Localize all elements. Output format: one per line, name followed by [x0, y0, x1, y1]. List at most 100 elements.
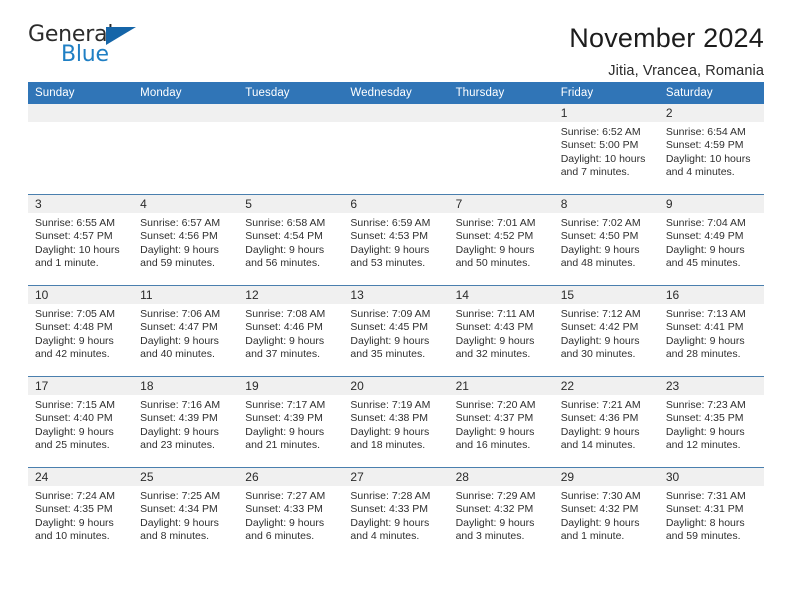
day-cell[interactable]: 23 Sunrise: 7:23 AM Sunset: 4:35 PM Dayligh… — [658, 376, 764, 468]
sunrise-text: Sunrise: 6:55 AM — [35, 217, 115, 229]
day-cell-empty — [28, 104, 134, 195]
daylight-text: Daylight: 9 hours and 50 minutes. — [455, 243, 535, 270]
day-sun-info: Sunrise: 7:13 AM Sunset: 4:41 PM Daylight:… — [659, 304, 764, 362]
weekday-header-saturday: Saturday — [658, 82, 764, 104]
day-number: 12 — [238, 286, 344, 304]
sunset-text: Sunset: 4:42 PM — [560, 321, 639, 334]
day-cell[interactable]: 9 Sunrise: 7:04 AM Sunset: 4:49 PM Daylight… — [658, 194, 764, 286]
day-cell-inner: 26 Sunrise: 7:27 AM Sunset: 4:33 PM Dayligh… — [238, 468, 344, 558]
day-cell-inner — [343, 104, 449, 194]
sunrise-text: Sunrise: 7:24 AM — [35, 490, 115, 502]
daylight-text: Daylight: 9 hours and 35 minutes. — [350, 334, 430, 361]
day-sun-info: Sunrise: 7:30 AM Sunset: 4:32 PM Daylight:… — [554, 486, 659, 544]
daylight-text: Daylight: 9 hours and 28 minutes. — [665, 334, 745, 361]
daylight-text: Daylight: 9 hours and 1 minute. — [560, 516, 640, 543]
day-number: 22 — [553, 377, 659, 395]
calendar-week-row: 10 Sunrise: 7:05 AM Sunset: 4:48 PM Dayligh… — [28, 285, 764, 377]
day-cell-inner: 6 Sunrise: 6:59 AM Sunset: 4:53 PM Daylight… — [343, 195, 449, 285]
sunset-text: Sunset: 4:37 PM — [455, 412, 534, 425]
day-sun-info: Sunrise: 7:25 AM Sunset: 4:34 PM Daylight:… — [133, 486, 238, 544]
day-sun-info: Sunrise: 7:15 AM Sunset: 4:40 PM Daylight:… — [28, 395, 133, 453]
sunset-text: Sunset: 4:45 PM — [350, 321, 429, 334]
day-number: 15 — [553, 286, 659, 304]
day-sun-info: Sunrise: 7:05 AM Sunset: 4:48 PM Daylight:… — [28, 304, 133, 362]
day-number: 13 — [343, 286, 449, 304]
day-cell[interactable]: 26 Sunrise: 7:27 AM Sunset: 4:33 PM Dayligh… — [238, 467, 344, 558]
day-cell-inner: 23 Sunrise: 7:23 AM Sunset: 4:35 PM Dayligh… — [658, 377, 764, 467]
day-sun-info: Sunrise: 7:21 AM Sunset: 4:36 PM Daylight:… — [554, 395, 659, 453]
day-cell[interactable]: 24 Sunrise: 7:24 AM Sunset: 4:35 PM Dayligh… — [28, 467, 134, 558]
sunset-text: Sunset: 4:32 PM — [560, 503, 639, 516]
sunset-text: Sunset: 4:33 PM — [245, 503, 323, 516]
day-cell[interactable]: 2 Sunrise: 6:54 AM Sunset: 4:59 PM Daylight… — [658, 104, 764, 195]
day-cell-empty — [133, 104, 239, 195]
daylight-text: Daylight: 10 hours and 1 minute. — [35, 243, 120, 270]
day-cell[interactable]: 8 Sunrise: 7:02 AM Sunset: 4:50 PM Daylight… — [553, 194, 659, 286]
day-cell[interactable]: 10 Sunrise: 7:05 AM Sunset: 4:48 PM Dayligh… — [28, 285, 134, 377]
day-cell[interactable]: 12 Sunrise: 7:08 AM Sunset: 4:46 PM Dayligh… — [238, 285, 344, 377]
calendar-page: General Blue November 2024 Jitia, Vrance… — [0, 0, 792, 612]
day-sun-info — [28, 122, 133, 126]
day-cell[interactable]: 20 Sunrise: 7:19 AM Sunset: 4:38 PM Dayligh… — [343, 376, 449, 468]
day-cell[interactable]: 15 Sunrise: 7:12 AM Sunset: 4:42 PM Dayligh… — [553, 285, 659, 377]
daylight-text: Daylight: 9 hours and 16 minutes. — [455, 425, 535, 452]
day-cell-inner: 16 Sunrise: 7:13 AM Sunset: 4:41 PM Dayligh… — [658, 286, 764, 376]
day-cell-inner: 28 Sunrise: 7:29 AM Sunset: 4:32 PM Dayligh… — [448, 468, 554, 558]
day-cell[interactable]: 27 Sunrise: 7:28 AM Sunset: 4:33 PM Dayligh… — [343, 467, 449, 558]
sunset-text: Sunset: 4:50 PM — [560, 230, 639, 243]
day-cell[interactable]: 17 Sunrise: 7:15 AM Sunset: 4:40 PM Dayligh… — [28, 376, 134, 468]
day-cell-inner: 13 Sunrise: 7:09 AM Sunset: 4:45 PM Dayligh… — [343, 286, 449, 376]
daylight-text: Daylight: 9 hours and 48 minutes. — [560, 243, 640, 270]
daylight-text: Daylight: 9 hours and 10 minutes. — [35, 516, 114, 543]
day-cell[interactable]: 22 Sunrise: 7:21 AM Sunset: 4:36 PM Dayligh… — [553, 376, 659, 468]
day-sun-info: Sunrise: 7:20 AM Sunset: 4:37 PM Daylight:… — [449, 395, 554, 453]
day-number: 26 — [238, 468, 344, 486]
sunset-text: Sunset: 4:54 PM — [245, 230, 323, 243]
day-sun-info: Sunrise: 6:54 AM Sunset: 4:59 PM Daylight:… — [659, 122, 764, 180]
day-cell[interactable]: 16 Sunrise: 7:13 AM Sunset: 4:41 PM Dayligh… — [658, 285, 764, 377]
day-sun-info — [133, 122, 238, 126]
sunset-text: Sunset: 4:34 PM — [140, 503, 218, 516]
day-cell[interactable]: 3 Sunrise: 6:55 AM Sunset: 4:57 PM Daylight… — [28, 194, 134, 286]
sunset-text: Sunset: 4:35 PM — [665, 412, 744, 425]
day-cell[interactable]: 1 Sunrise: 6:52 AM Sunset: 5:00 PM Daylight… — [553, 104, 659, 195]
day-cell[interactable]: 5 Sunrise: 6:58 AM Sunset: 4:54 PM Daylight… — [238, 194, 344, 286]
day-sun-info: Sunrise: 7:17 AM Sunset: 4:39 PM Daylight:… — [238, 395, 343, 453]
day-cell-inner: 20 Sunrise: 7:19 AM Sunset: 4:38 PM Dayligh… — [343, 377, 449, 467]
day-cell[interactable]: 7 Sunrise: 7:01 AM Sunset: 4:52 PM Daylight… — [448, 194, 554, 286]
day-cell-inner: 30 Sunrise: 7:31 AM Sunset: 4:31 PM Dayligh… — [658, 468, 764, 558]
day-cell-empty — [448, 104, 554, 195]
calendar-week-row: 24 Sunrise: 7:24 AM Sunset: 4:35 PM Dayligh… — [28, 467, 764, 558]
day-number: 10 — [28, 286, 134, 304]
day-cell[interactable]: 18 Sunrise: 7:16 AM Sunset: 4:39 PM Dayligh… — [133, 376, 239, 468]
generalblue-logo[interactable]: General Blue — [28, 24, 148, 74]
weekday-header-tuesday: Tuesday — [238, 82, 344, 104]
day-cell[interactable]: 29 Sunrise: 7:30 AM Sunset: 4:32 PM Dayligh… — [553, 467, 659, 558]
day-sun-info: Sunrise: 7:16 AM Sunset: 4:39 PM Daylight:… — [133, 395, 238, 453]
day-cell-inner: 17 Sunrise: 7:15 AM Sunset: 4:40 PM Dayligh… — [28, 377, 134, 467]
day-sun-info: Sunrise: 7:01 AM Sunset: 4:52 PM Daylight:… — [449, 213, 554, 271]
sunset-text: Sunset: 4:52 PM — [455, 230, 534, 243]
sunrise-text: Sunrise: 7:06 AM — [140, 308, 221, 320]
sunset-text: Sunset: 4:46 PM — [245, 321, 323, 334]
daylight-text: Daylight: 9 hours and 30 minutes. — [560, 334, 640, 361]
day-sun-info: Sunrise: 6:52 AM Sunset: 5:00 PM Daylight:… — [554, 122, 659, 180]
sunset-text: Sunset: 4:41 PM — [665, 321, 744, 334]
day-cell[interactable]: 4 Sunrise: 6:57 AM Sunset: 4:56 PM Daylight… — [133, 194, 239, 286]
day-sun-info: Sunrise: 6:57 AM Sunset: 4:56 PM Daylight:… — [133, 213, 238, 271]
daylight-text: Daylight: 9 hours and 32 minutes. — [455, 334, 535, 361]
sunrise-text: Sunrise: 7:08 AM — [245, 308, 326, 320]
day-cell[interactable]: 11 Sunrise: 7:06 AM Sunset: 4:47 PM Dayligh… — [133, 285, 239, 377]
sunset-text: Sunset: 4:39 PM — [245, 412, 323, 425]
daylight-text: Daylight: 10 hours and 4 minutes. — [665, 152, 751, 179]
day-cell[interactable]: 25 Sunrise: 7:25 AM Sunset: 4:34 PM Dayligh… — [133, 467, 239, 558]
day-cell[interactable]: 13 Sunrise: 7:09 AM Sunset: 4:45 PM Dayligh… — [343, 285, 449, 377]
day-cell[interactable]: 30 Sunrise: 7:31 AM Sunset: 4:31 PM Dayligh… — [658, 467, 764, 558]
day-number: 4 — [133, 195, 239, 213]
day-cell[interactable]: 28 Sunrise: 7:29 AM Sunset: 4:32 PM Dayligh… — [448, 467, 554, 558]
day-cell[interactable]: 6 Sunrise: 6:59 AM Sunset: 4:53 PM Daylight… — [343, 194, 449, 286]
day-cell[interactable]: 14 Sunrise: 7:11 AM Sunset: 4:43 PM Dayligh… — [448, 285, 554, 377]
day-cell[interactable]: 19 Sunrise: 7:17 AM Sunset: 4:39 PM Dayligh… — [238, 376, 344, 468]
day-number: 11 — [133, 286, 239, 304]
day-cell[interactable]: 21 Sunrise: 7:20 AM Sunset: 4:37 PM Dayligh… — [448, 376, 554, 468]
